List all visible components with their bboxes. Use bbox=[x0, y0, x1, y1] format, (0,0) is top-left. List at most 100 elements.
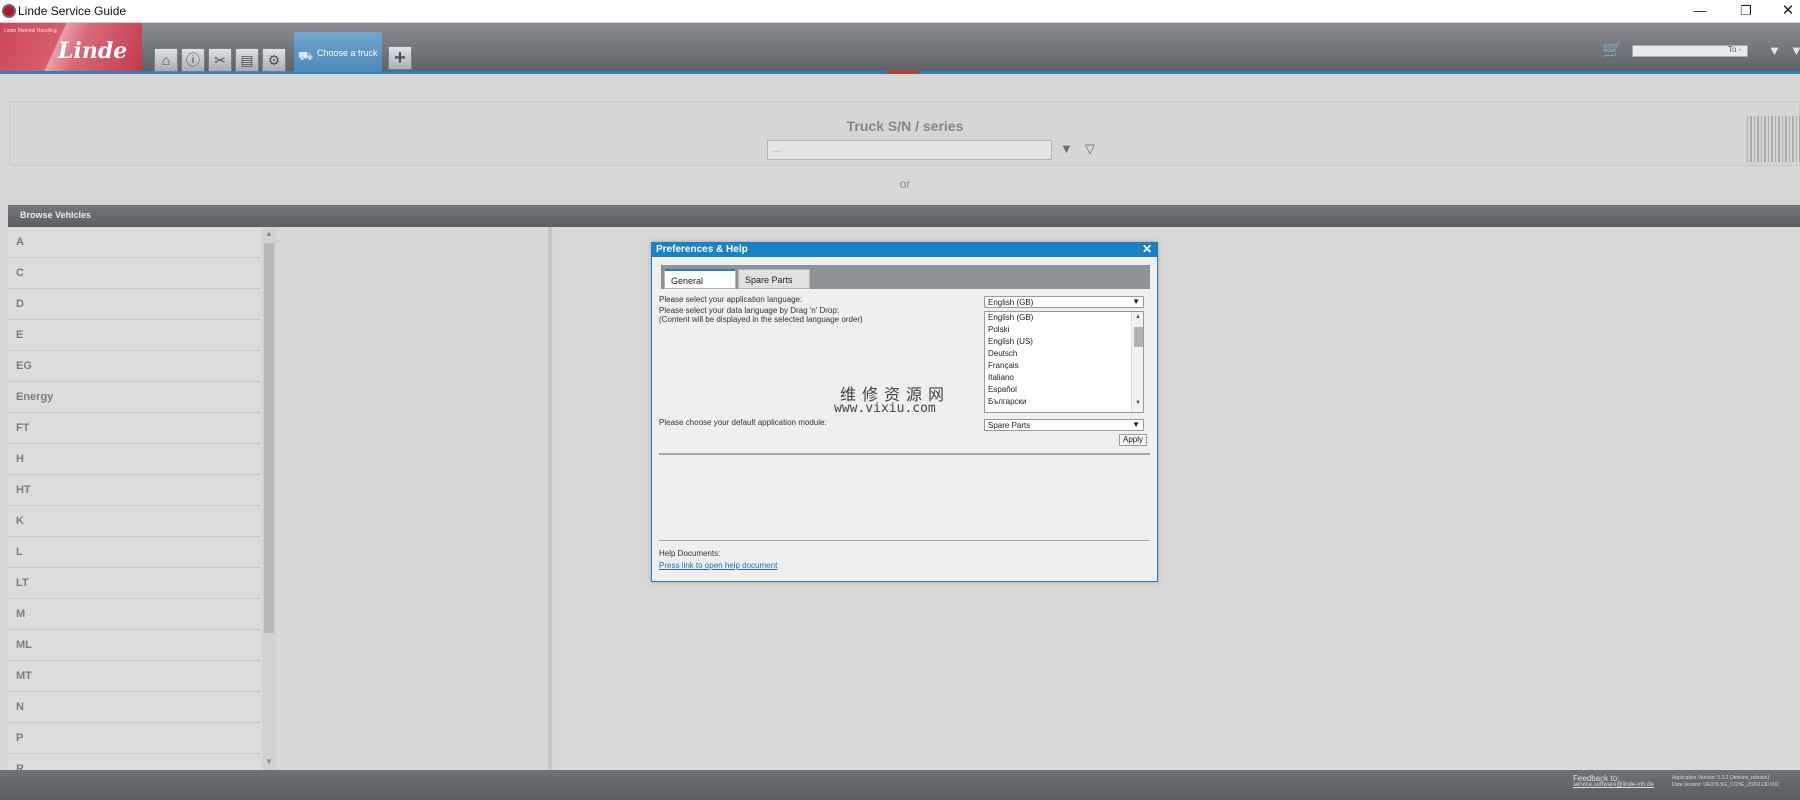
series-list-item[interactable]: D bbox=[8, 289, 261, 320]
scroll-down-arrow-icon[interactable]: ▼ bbox=[262, 757, 276, 766]
series-list-item[interactable]: R bbox=[8, 754, 261, 770]
home-icon[interactable]: ⌂ bbox=[154, 48, 178, 72]
divider bbox=[659, 540, 1150, 541]
series-list-item[interactable]: C bbox=[8, 258, 261, 289]
data-version: Data Version: UE07/LSG_CCHE_20201130 002 bbox=[1672, 782, 1779, 788]
header-search-dropdown[interactable]: To - bbox=[1728, 45, 1741, 54]
series-list-scrollbar[interactable]: ▲ ▼ bbox=[262, 227, 276, 770]
add-tab-button[interactable]: + bbox=[388, 46, 412, 70]
series-list-item[interactable]: K bbox=[8, 506, 261, 537]
model-list-pane bbox=[282, 227, 552, 770]
truck-sn-input[interactable]: ... bbox=[767, 140, 1052, 160]
maximize-button[interactable]: ❐ bbox=[1726, 2, 1766, 22]
status-footer bbox=[0, 770, 1800, 800]
tab-spare-parts[interactable]: Spare Parts bbox=[738, 269, 810, 289]
feedback-email-link[interactable]: service.software@linde-mh.de bbox=[1573, 782, 1654, 788]
watermark-url: www.vixiu.com bbox=[834, 401, 936, 416]
cart-icon[interactable]: 🛒 bbox=[1602, 40, 1622, 60]
data-language-item[interactable]: Italiano bbox=[988, 373, 1014, 382]
data-language-scrollbar[interactable]: ▲ ▼ bbox=[1131, 312, 1143, 412]
series-list-item[interactable]: H bbox=[8, 444, 261, 475]
data-language-item[interactable]: English (GB) bbox=[988, 313, 1033, 322]
filter-icon[interactable]: ▼ bbox=[1790, 43, 1800, 58]
series-list: A C D E EG Energy FT H HT K L LT M ML MT N P R bbox=[8, 227, 262, 770]
app-language-select[interactable]: English (GB) ▼ bbox=[984, 296, 1144, 308]
scroll-down-arrow-icon[interactable]: ▼ bbox=[1135, 400, 1141, 406]
series-label: FT bbox=[16, 422, 30, 434]
default-module-select[interactable]: Spare Parts ▼ bbox=[984, 419, 1144, 431]
scroll-up-arrow-icon[interactable]: ▲ bbox=[262, 229, 276, 238]
series-label: MT bbox=[16, 670, 32, 682]
data-language-list[interactable]: ▲ ▼ English (GB) Polski English (US) Deutsc… bbox=[984, 311, 1144, 413]
scrollbar-thumb[interactable] bbox=[264, 243, 274, 633]
dialog-titlebar[interactable]: Preferences & Help ✕ bbox=[652, 242, 1157, 257]
series-list-item[interactable]: LT bbox=[8, 568, 261, 599]
tools-icon[interactable]: ✂ bbox=[208, 48, 232, 72]
series-label: L bbox=[16, 546, 23, 558]
help-documents-label: Help Documents: bbox=[659, 549, 721, 558]
data-language-item[interactable]: Français bbox=[988, 361, 1019, 370]
scroll-up-arrow-icon[interactable]: ▲ bbox=[1135, 314, 1141, 320]
series-list-item[interactable]: EG bbox=[8, 351, 261, 382]
data-language-item[interactable]: Polski bbox=[988, 325, 1009, 334]
series-label: M bbox=[16, 608, 26, 620]
data-language-note: (Content will be displayed in the select… bbox=[659, 315, 863, 324]
series-list-item[interactable]: FT bbox=[8, 413, 261, 444]
default-module-value: Spare Parts bbox=[988, 421, 1031, 430]
chevron-down-icon: ▼ bbox=[1132, 297, 1140, 306]
series-list-item[interactable]: E bbox=[8, 320, 261, 351]
series-label: HT bbox=[16, 484, 31, 496]
help-document-link[interactable]: Press link to open help document bbox=[659, 561, 777, 570]
filter-icon[interactable]: ▼ bbox=[1768, 43, 1781, 58]
info-icon[interactable]: ⓘ bbox=[181, 48, 205, 72]
truck-icon[interactable]: ▤ bbox=[235, 48, 259, 72]
series-list-item[interactable]: MT bbox=[8, 661, 261, 692]
series-list-item[interactable]: P bbox=[8, 723, 261, 754]
tab-general[interactable]: General bbox=[664, 269, 736, 289]
minimize-button[interactable]: — bbox=[1680, 2, 1720, 22]
scrollbar-thumb[interactable] bbox=[1134, 327, 1143, 347]
barcode-icon bbox=[1747, 116, 1800, 162]
default-module-label: Please choose your default application m… bbox=[659, 418, 827, 427]
logo-tagline: Linde Material Handling bbox=[4, 28, 57, 34]
data-language-item[interactable]: Deutsch bbox=[988, 349, 1017, 358]
preferences-dialog: Preferences & Help ✕ General Spare Parts… bbox=[651, 242, 1158, 582]
header-accent-marker bbox=[887, 71, 919, 74]
data-language-item[interactable]: English (US) bbox=[988, 337, 1033, 346]
data-language-label: Please select your data language by Drag… bbox=[659, 306, 840, 315]
data-language-item[interactable]: Български bbox=[988, 397, 1027, 406]
gear-icon[interactable]: ⚙ bbox=[262, 48, 286, 72]
series-label: EG bbox=[16, 360, 32, 372]
series-label: D bbox=[16, 298, 24, 310]
logo-wordmark: Linde bbox=[58, 38, 128, 64]
series-list-item[interactable]: N bbox=[8, 692, 261, 723]
close-icon[interactable]: ✕ bbox=[1142, 242, 1152, 256]
dialog-title: Preferences & Help bbox=[656, 244, 748, 255]
filter-icon[interactable]: ▼ bbox=[1060, 141, 1073, 156]
series-label: LT bbox=[16, 577, 29, 589]
series-list-item[interactable]: ML bbox=[8, 630, 261, 661]
or-separator: or bbox=[899, 177, 911, 191]
series-list-item[interactable]: HT bbox=[8, 475, 261, 506]
apply-button[interactable]: Apply bbox=[1119, 434, 1147, 446]
series-label: H bbox=[16, 453, 24, 465]
series-label: N bbox=[16, 701, 24, 713]
series-list-item[interactable]: L bbox=[8, 537, 261, 568]
series-label: C bbox=[16, 267, 24, 279]
series-list-item[interactable]: M bbox=[8, 599, 261, 630]
window-titlebar: Linde Service Guide — ❐ ✕ bbox=[0, 0, 1800, 23]
clear-filter-icon[interactable]: ▽ bbox=[1085, 141, 1095, 157]
series-label: K bbox=[16, 515, 24, 527]
close-window-button[interactable]: ✕ bbox=[1768, 2, 1800, 22]
series-list-item[interactable]: A bbox=[8, 227, 261, 258]
series-list-item[interactable]: Energy bbox=[8, 382, 261, 413]
series-label: Energy bbox=[16, 391, 54, 403]
chevron-down-icon: ▼ bbox=[1132, 420, 1140, 429]
data-language-item[interactable]: Español bbox=[988, 385, 1017, 394]
series-label: R bbox=[16, 763, 24, 770]
series-label: A bbox=[16, 236, 24, 248]
browse-vehicles-title: Browse Vehicles bbox=[20, 210, 92, 220]
browse-vehicles-header: Browse Vehicles bbox=[8, 205, 1800, 227]
tab-choose-truck[interactable]: ⛟ Choose a truck bbox=[294, 32, 382, 72]
truck-sn-label: Truck S/N / series bbox=[846, 118, 964, 134]
